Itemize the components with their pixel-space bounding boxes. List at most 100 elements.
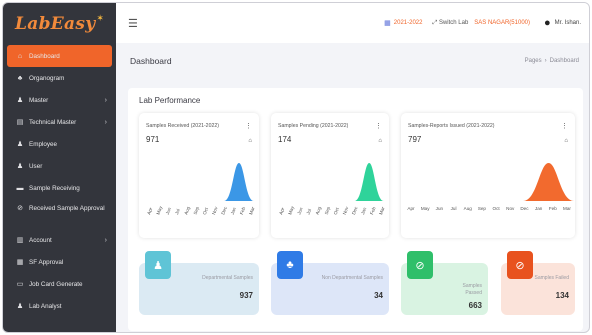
chart-card: Samples Pending (2021-2022) 174 ⋮ ⌂ Apr May Ju… [271, 113, 389, 238]
sidebar-item-label: User [29, 162, 43, 170]
x-tick-label: Feb [549, 206, 557, 211]
x-tick-label: Mar [563, 206, 571, 211]
x-tick-label: Jun [296, 206, 303, 215]
financial-year-selector[interactable]: ▦ 2021-2022 [384, 19, 422, 27]
sidebar-item-sf-approval[interactable]: ▦ SF Approval [3, 251, 116, 273]
chart-card: Samples Received (2021-2022) 971 ⋮ ⌂ Apr May J… [139, 113, 259, 238]
sidebar-item-sample-receiving[interactable]: ▬ Sample Receiving [3, 177, 116, 199]
x-tick-label: Sep [193, 206, 201, 216]
stat-value: 663 [468, 301, 482, 310]
sidebar-item-technical-master[interactable]: ▤ Technical Master › [3, 111, 116, 133]
x-tick-label: Apr [146, 206, 153, 215]
area-series [224, 163, 254, 201]
sidebar-item-job-card-generate[interactable]: ▭ Job Card Generate [3, 273, 116, 295]
x-tick-label: Dec [220, 205, 228, 215]
sidebar-item-account[interactable]: ▥ Account › [3, 229, 116, 251]
x-tick-label: Oct [493, 206, 501, 211]
home-icon: ⌂ [17, 52, 23, 60]
check-circle-icon: ⊘ [17, 205, 23, 212]
chevron-right-icon: › [104, 118, 107, 126]
stat-card[interactable]: ⊘ Samples Passed 663 [401, 251, 488, 315]
menu-icon[interactable]: ☰ [128, 17, 138, 30]
users-icon: ♟ [16, 97, 24, 104]
x-tick-label: Jan [230, 206, 237, 215]
stat-label: Samples Failed [534, 275, 569, 281]
sidebar: LabEasy ✶ ⌂ Dashboard ♣ Organogram ♟ Master › ▤ T… [3, 3, 116, 332]
sidebar-item-label: Organogram [29, 74, 65, 82]
sidebar-item-master[interactable]: ♟ Master › [3, 89, 116, 111]
x-tick-label: Sep [324, 206, 332, 216]
x-tick-label: Aug [315, 206, 323, 216]
page-header: Dashboard Pages › Dashboard [116, 43, 589, 79]
x-tick-label: Mar [248, 206, 256, 216]
breadcrumb-pages[interactable]: Pages [525, 58, 542, 64]
x-tick-label: May [421, 206, 430, 211]
x-tick-label: Nov [506, 206, 515, 211]
x-tick-label: Feb [239, 206, 247, 216]
x-tick-label: Jul [306, 208, 313, 215]
x-tick-label: Dec [351, 205, 359, 215]
stat-value: 937 [239, 291, 253, 300]
sidebar-item-user[interactable]: ♟ User [3, 155, 116, 177]
stat-label: Departmental Samples [202, 275, 253, 281]
ledger-icon: ▥ [16, 237, 24, 244]
x-tick-label: Dec [520, 206, 529, 211]
sidebar-item-organogram[interactable]: ♣ Organogram [3, 67, 116, 89]
x-tick-label: May [156, 205, 164, 216]
sitemap-icon: ♣ [17, 74, 23, 82]
user-icon: ♟ [16, 141, 24, 148]
x-tick-label: Oct [333, 206, 340, 215]
stat-value: 34 [374, 291, 383, 300]
sidebar-item-dashboard[interactable]: ⌂ Dashboard [7, 45, 112, 67]
chevron-right-icon: › [104, 96, 107, 104]
pill-icon: ▬ [16, 184, 24, 192]
user-menu[interactable]: ● Mr. Ishan. [544, 17, 581, 29]
sidebar-item-label: Master [29, 96, 49, 104]
stat-label: Samples Passed [462, 283, 482, 296]
x-tick-label: Feb [369, 206, 377, 216]
card-icon: ▭ [16, 281, 24, 288]
x-tick-label: Jan [360, 206, 367, 215]
group-icon: ♣ [277, 251, 303, 279]
x-tick-label: Oct [202, 206, 209, 215]
area-chart: Apr May Jun Jul Aug Sep Oct Nov Dec Jan Feb Mar [278, 163, 386, 216]
check-shield-icon: ⊘ [407, 251, 433, 279]
grid-icon: ▤ [16, 119, 24, 126]
x-tick-label: Jul [174, 208, 181, 215]
area-chart: Apr May Jun Jul Aug Sep Oct Nov Dec Jan Feb Mar [146, 163, 256, 216]
calendar-icon: ▦ [384, 20, 391, 27]
sidebar-item-employee[interactable]: ♟ Employee [3, 133, 116, 155]
x-tick-label: Aug [183, 206, 191, 216]
stat-card[interactable]: ♟ Departmental Samples 937 [139, 251, 259, 315]
x-tick-label: Jun [165, 206, 172, 215]
x-tick-label: Apr [407, 206, 415, 211]
switch-lab-label: Switch Lab [438, 19, 469, 26]
stat-card[interactable]: ♣ Non Departmental Samples 34 [271, 251, 389, 315]
x-tick-label: Sep [478, 206, 487, 211]
sidebar-item-label: Account [29, 236, 52, 244]
sidebar-item-lab-analyst[interactable]: ♟ Lab Analyst [3, 295, 116, 317]
switch-lab-link[interactable]: ⤢ Switch Lab [432, 20, 468, 27]
topbar: ☰ ▦ 2021-2022 ⤢ Switch Lab SAS NAGAR(5100… [116, 3, 589, 43]
current-lab-label[interactable]: SAS NAGAR(51000) [474, 20, 530, 26]
sidebar-item-received-sample-approval[interactable]: ⊘ Received Sample Approval [3, 199, 116, 229]
stat-label: Non Departmental Samples [321, 275, 383, 281]
stat-card[interactable]: ⊘ Samples Failed 134 [501, 251, 575, 315]
app-window: LabEasy ✶ ⌂ Dashboard ♣ Organogram ♟ Master › ▤ T… [2, 2, 590, 333]
area-chart: Apr May Jun Jul Aug Sep Oct Nov Dec Jan Feb Mar [407, 163, 575, 211]
user-icon: ♟ [16, 303, 24, 310]
panel-title: Lab Performance [139, 96, 201, 105]
x-tick-label: Jul [451, 206, 457, 211]
user-icon: ♟ [16, 163, 24, 170]
financial-year-label: 2021-2022 [393, 20, 423, 26]
chart-card: Samples-Reports Issued (2021-2022) 797 ⋮ ⌂ A… [401, 113, 575, 238]
x-tick-label: Nov [211, 205, 219, 215]
chevron-right-icon: › [104, 236, 107, 244]
x-tick-label: Aug [464, 206, 473, 211]
x-tick-label: Apr [278, 206, 285, 215]
sidebar-item-label: Received Sample Approval [29, 205, 105, 212]
logo[interactable]: LabEasy ✶ [3, 3, 116, 45]
ban-icon: ⊘ [507, 251, 533, 279]
breadcrumb: Pages › Dashboard [525, 58, 579, 64]
person-icon: ♟ [145, 251, 171, 279]
